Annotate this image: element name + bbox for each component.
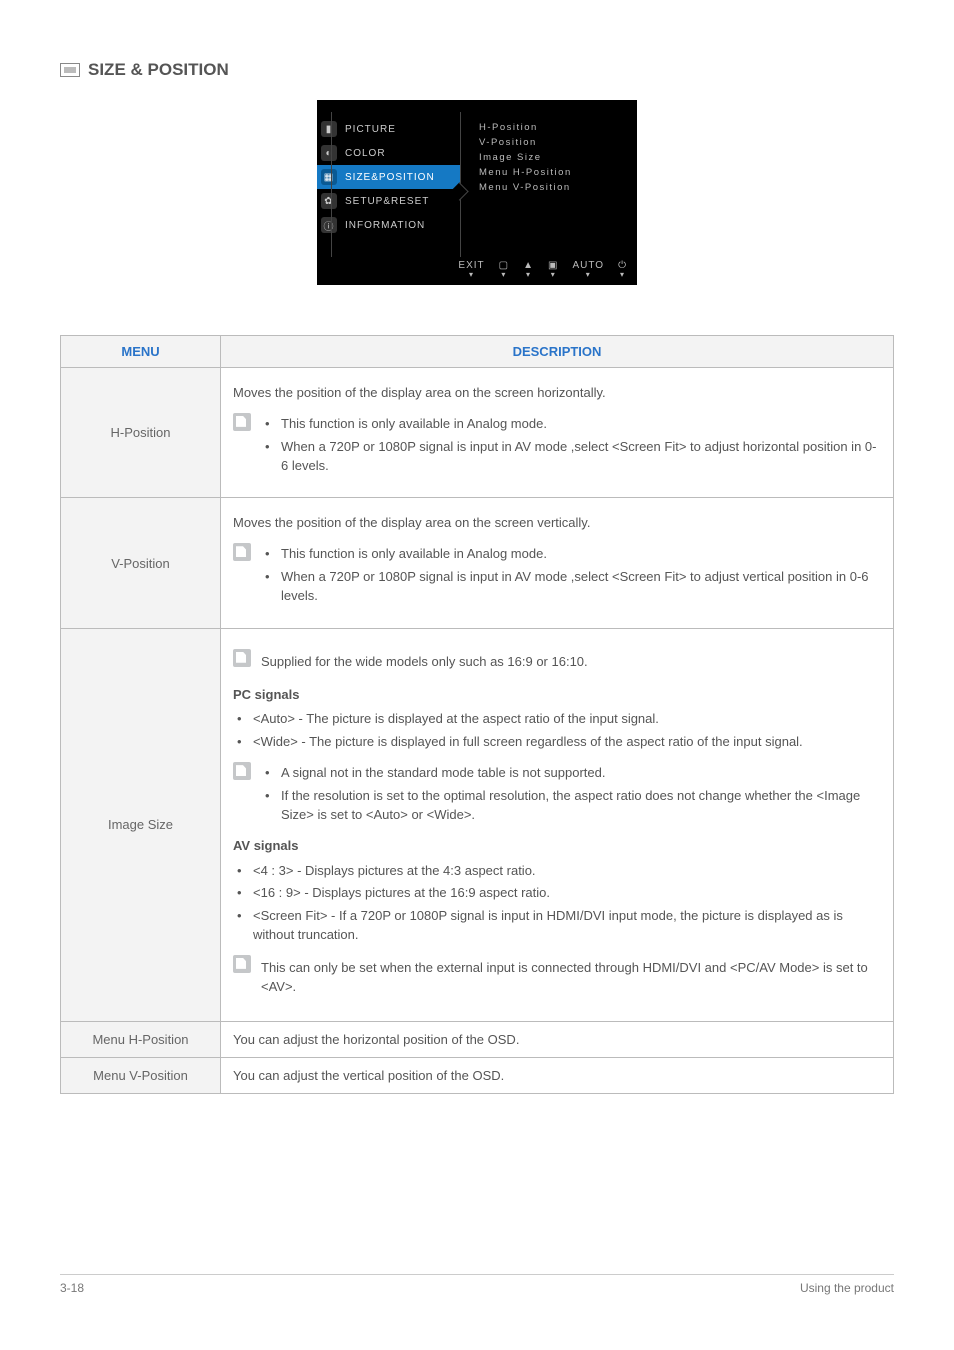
pc-heading: PC signals — [233, 687, 299, 702]
note-bullet: A signal not in the standard mode table … — [261, 764, 881, 783]
th-desc: DESCRIPTION — [221, 336, 894, 368]
note-icon — [233, 762, 251, 780]
osd-sub-item: Image Size — [479, 150, 627, 165]
osd-sub-item: Menu V-Position — [479, 180, 627, 195]
note-bullet: If the resolution is set to the optimal … — [261, 787, 881, 825]
osd-item-label: PICTURE — [345, 124, 396, 135]
osd-item-icon: ✿ — [321, 193, 337, 209]
page-number: 3-18 — [60, 1281, 84, 1295]
list-item: <Wide> - The picture is displayed in ful… — [233, 733, 881, 752]
note-block: This function is only available in Analo… — [233, 541, 881, 610]
note-bullet: This function is only available in Analo… — [261, 415, 881, 434]
note-block: This function is only available in Analo… — [233, 411, 881, 480]
section-name: Using the product — [800, 1281, 894, 1295]
osd-menu-item: ✿ SETUP&RESET — [317, 189, 460, 213]
section-header: SIZE & POSITION — [60, 60, 894, 80]
desc-cell: You can adjust the horizontal position o… — [221, 1021, 894, 1057]
note-icon — [233, 413, 251, 431]
list-item: <16 : 9> - Displays pictures at the 16:9… — [233, 884, 881, 903]
settings-table: MENU DESCRIPTION H-Position Moves the po… — [60, 335, 894, 1094]
osd-item-icon: ▦ — [321, 169, 337, 185]
menu-cell: Menu H-Position — [61, 1021, 221, 1057]
osd-menu-item: ▦ SIZE&POSITION — [317, 165, 460, 189]
osd-foot-item: ⏻ — [618, 261, 627, 279]
list-item: <4 : 3> - Displays pictures at the 4:3 a… — [233, 862, 881, 881]
osd-foot-item: ▢ — [499, 261, 509, 279]
note-icon — [233, 543, 251, 561]
list-item: <Screen Fit> - If a 720P or 1080P signal… — [233, 907, 881, 945]
av-heading: AV signals — [233, 838, 299, 853]
osd-item-label: COLOR — [345, 148, 386, 159]
osd-menu-item: ⓘ INFORMATION — [317, 213, 460, 237]
desc-cell: Moves the position of the display area o… — [221, 368, 894, 498]
menu-cell: V-Position — [61, 498, 221, 628]
osd-item-icon: ⓘ — [321, 217, 337, 233]
osd-item-icon: ▮ — [321, 121, 337, 137]
osd-foot-item: ▲ — [523, 261, 534, 279]
note-icon — [233, 955, 251, 973]
th-menu: MENU — [61, 336, 221, 368]
menu-cell: H-Position — [61, 368, 221, 498]
osd-foot-item: EXIT — [458, 261, 484, 279]
menu-cell: Menu V-Position — [61, 1057, 221, 1093]
menu-cell: Image Size — [61, 628, 221, 1021]
osd-item-label: INFORMATION — [345, 220, 425, 231]
osd-item-icon: ◐ — [321, 145, 337, 161]
note-block: This can only be set when the external i… — [233, 953, 881, 1003]
osd-menu-item: ▮ PICTURE — [317, 117, 460, 141]
size-position-icon — [60, 63, 80, 77]
osd-footer: EXIT ▢ ▲ ▣ AUTO ⏻ — [317, 257, 637, 285]
osd-left-menu: ▮ PICTURE ◐ COLOR ▦ SIZE&POSITION ✿ SETUP&RESET… — [317, 112, 461, 257]
intro-text: Moves the position of the display area o… — [233, 384, 881, 403]
simple-text: You can adjust the vertical position of … — [233, 1068, 504, 1083]
note-text: Supplied for the wide models only such a… — [261, 653, 881, 672]
osd-menu-item: ◐ COLOR — [317, 141, 460, 165]
note-bullet: This function is only available in Analo… — [261, 545, 881, 564]
osd-item-label: SETUP&RESET — [345, 196, 429, 207]
osd-sub-item: Menu H-Position — [479, 165, 627, 180]
list-item: <Auto> - The picture is displayed at the… — [233, 710, 881, 729]
osd-sub-item: H-Position — [479, 120, 627, 135]
note-bullet: When a 720P or 1080P signal is input in … — [261, 568, 881, 606]
section-title-text: SIZE & POSITION — [88, 60, 229, 80]
note-icon — [233, 649, 251, 667]
osd-foot-item: ▣ — [548, 261, 558, 279]
note-bullet: When a 720P or 1080P signal is input in … — [261, 438, 881, 476]
note-text: This can only be set when the external i… — [261, 959, 881, 997]
osd-foot-item: AUTO — [572, 261, 604, 279]
desc-cell: Supplied for the wide models only such a… — [221, 628, 894, 1021]
intro-text: Moves the position of the display area o… — [233, 514, 881, 533]
osd-right-menu: H-PositionV-PositionImage SizeMenu H-Pos… — [461, 112, 637, 257]
note-block: A signal not in the standard mode table … — [233, 760, 881, 829]
desc-cell: Moves the position of the display area o… — [221, 498, 894, 628]
note-block: Supplied for the wide models only such a… — [233, 647, 881, 678]
desc-cell: You can adjust the vertical position of … — [221, 1057, 894, 1093]
osd-panel: ▮ PICTURE ◐ COLOR ▦ SIZE&POSITION ✿ SETUP&RESET… — [317, 100, 637, 285]
simple-text: You can adjust the horizontal position o… — [233, 1032, 519, 1047]
osd-item-label: SIZE&POSITION — [345, 172, 435, 183]
osd-sub-item: V-Position — [479, 135, 627, 150]
page-footer: 3-18 Using the product — [60, 1274, 894, 1295]
